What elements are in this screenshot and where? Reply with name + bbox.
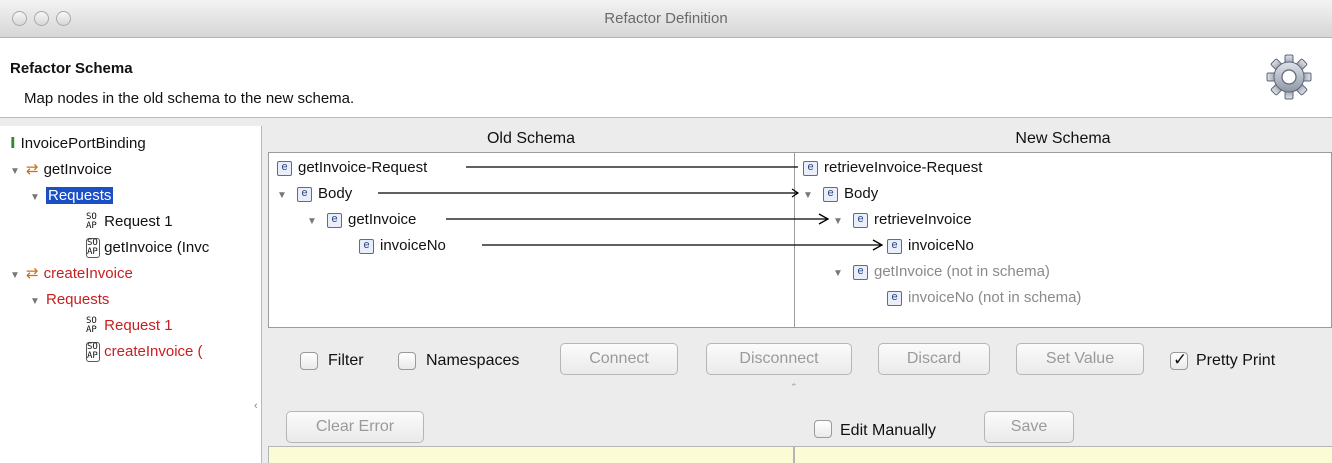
tree-item-label: createInvoice ( <box>104 343 203 360</box>
tree-item-label: Request 1 <box>104 213 173 230</box>
namespaces-label: Namespaces <box>426 352 520 369</box>
tree-item-label: InvoicePortBinding <box>20 135 146 152</box>
soap-request-icon: SO AP <box>86 238 100 259</box>
gear-icon <box>1266 54 1312 100</box>
expand-triangle-icon[interactable]: ▼ <box>30 186 46 210</box>
binding-icon: Ⅰ <box>10 135 16 152</box>
new-xml-editor[interactable] <box>794 446 1332 463</box>
title-bar: Refactor Definition <box>0 0 1332 38</box>
expand-triangle-icon[interactable]: ▼ <box>10 264 26 288</box>
tree-item-label: createInvoice <box>43 265 133 282</box>
operation-icon: ⇄ <box>26 265 39 282</box>
discard-button[interactable]: Discard <box>878 343 990 375</box>
tree-item-label: Requests <box>46 291 110 308</box>
tree-item-getinvoice[interactable]: ▼ ⇄ getInvoice <box>10 158 112 182</box>
expand-triangle-icon[interactable]: ▼ <box>10 160 26 184</box>
schema-mapping-area: Old Schema New Schema e getInvoice-Reques… <box>268 126 1332 463</box>
tree-item-request-1-create[interactable]: SO AP Request 1 <box>86 314 173 338</box>
tree-item-label: Requests <box>46 187 114 204</box>
checkmark-icon: ✓ <box>1173 350 1188 369</box>
expand-triangle-icon[interactable]: ▼ <box>30 290 46 314</box>
tree-item-binding[interactable]: Ⅰ InvoicePortBinding <box>10 132 146 156</box>
clear-error-button[interactable]: Clear Error <box>286 411 424 443</box>
soap-request-icon: SO AP <box>86 316 97 336</box>
tree-item-label: Request 1 <box>104 317 173 334</box>
connect-button[interactable]: Connect <box>560 343 678 375</box>
dialog-header: Refactor Schema Map nodes in the old sch… <box>0 38 1332 118</box>
window-title: Refactor Definition <box>604 10 728 27</box>
tree-item-request-1[interactable]: SO AP Request 1 <box>86 210 173 234</box>
tree-item-label: getInvoice (Invc <box>104 239 210 256</box>
request-tree[interactable]: Ⅰ InvoicePortBinding ▼ ⇄ getInvoice ▼ Reques… <box>0 126 262 463</box>
tree-item-label: getInvoice <box>43 161 112 178</box>
splitter-handle[interactable]: ‹ <box>254 400 258 412</box>
old-xml-editor[interactable] <box>268 446 794 463</box>
page-title: Refactor Schema <box>10 60 133 77</box>
disconnect-button[interactable]: Disconnect <box>706 343 852 375</box>
page-description: Map nodes in the old schema to the new s… <box>24 90 355 107</box>
set-value-button[interactable]: Set Value <box>1016 343 1144 375</box>
save-button[interactable]: Save <box>984 411 1074 443</box>
tree-item-requests-selected[interactable]: ▼ Requests <box>30 184 114 210</box>
soap-request-icon: SO AP <box>86 212 97 232</box>
operation-icon: ⇄ <box>26 161 39 178</box>
pretty-print-label: Pretty Print <box>1196 352 1276 369</box>
namespaces-checkbox[interactable] <box>398 352 416 370</box>
soap-request-icon: SO AP <box>86 342 100 363</box>
tree-item-createinvoice[interactable]: ▼ ⇄ createInvoice <box>10 262 133 286</box>
pretty-print-checkbox[interactable]: ✓ <box>1170 350 1188 370</box>
edit-manually-checkbox[interactable] <box>814 420 832 438</box>
filter-checkbox[interactable] <box>300 352 318 370</box>
tree-item-getinvoice-request[interactable]: SO AP getInvoice (Invc <box>86 236 209 260</box>
resize-grip-icon[interactable]: ⌃ <box>790 382 798 393</box>
tree-item-createinvoice-request[interactable]: SO AP createInvoice ( <box>86 340 203 364</box>
filter-label: Filter <box>328 352 364 369</box>
edit-manually-label: Edit Manually <box>840 422 937 439</box>
mapping-connections <box>378 166 884 251</box>
tree-item-requests[interactable]: ▼ Requests <box>30 288 109 312</box>
